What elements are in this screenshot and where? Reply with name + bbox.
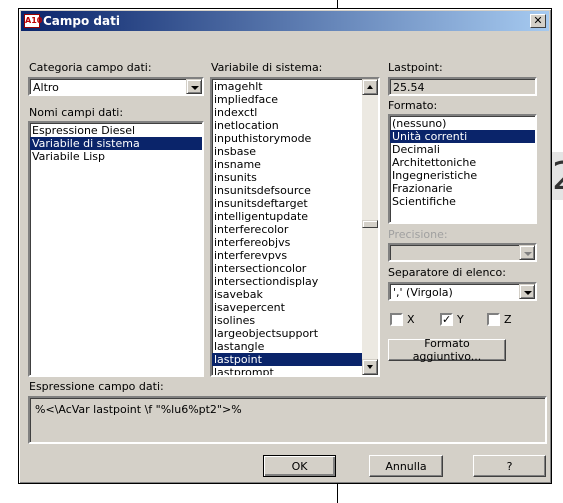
precision-label: Precisione: xyxy=(388,228,448,241)
checkmark-icon: ✓ xyxy=(442,313,452,326)
system-variable-item[interactable]: intelligentupdate xyxy=(212,210,362,223)
chevron-down-icon[interactable] xyxy=(519,284,535,299)
checkbox-x[interactable] xyxy=(390,313,403,326)
background-digit-text: 2 xyxy=(552,154,563,198)
format-list[interactable]: (nessuno) Unità correnti Decimali Architett… xyxy=(388,114,537,224)
system-variable-item[interactable]: interferecolor xyxy=(212,223,362,236)
checkbox-x-label: X xyxy=(407,313,415,326)
additional-format-button[interactable]: Formato aggiuntivo... xyxy=(388,337,506,363)
chevron-down-icon xyxy=(519,245,535,260)
field-name-item[interactable]: Variabile Lisp xyxy=(30,150,202,163)
lastpoint-value-field: 25.54 xyxy=(388,77,537,96)
system-variable-item[interactable]: insunitsdeftarget xyxy=(212,197,362,210)
lastpoint-label: Lastpoint: xyxy=(388,61,443,74)
format-label: Formato: xyxy=(388,99,438,112)
list-separator-combo[interactable]: ',' (Virgola) xyxy=(388,282,537,301)
system-variable-item[interactable]: insname xyxy=(212,158,362,171)
format-item[interactable]: Ingegneristiche xyxy=(390,169,535,182)
help-button[interactable]: ? xyxy=(473,455,546,477)
category-selected: Altro xyxy=(33,81,59,94)
category-label: Categoria campo dati: xyxy=(29,61,152,74)
lastpoint-value: 25.54 xyxy=(393,81,425,94)
system-variables-scrollbar[interactable] xyxy=(362,79,378,375)
system-variable-item[interactable]: inetlocation xyxy=(212,119,362,132)
system-variable-item[interactable]: insunitsdefsource xyxy=(212,184,362,197)
field-names-list[interactable]: Espressione Diesel Variabile di sistema Va… xyxy=(28,121,204,377)
system-variable-item[interactable]: isolines xyxy=(212,314,362,327)
checkbox-z-label: Z xyxy=(504,313,512,326)
system-variable-item[interactable]: largeobjectsupport xyxy=(212,327,362,340)
system-variable-item[interactable]: impliedface xyxy=(212,93,362,106)
dialog-title: Campo dati xyxy=(43,14,120,28)
scroll-down-icon[interactable] xyxy=(362,359,378,375)
campo-dati-dialog: A10 Campo dati ✕ Categoria campo dati: A… xyxy=(18,8,552,484)
checkbox-z[interactable] xyxy=(487,313,500,326)
close-button[interactable]: ✕ xyxy=(530,14,546,28)
field-names-label: Nomi campi dati: xyxy=(29,106,124,119)
ok-button[interactable]: OK xyxy=(263,455,336,477)
expression-field: %<\AcVar lastpoint \f "%lu6%pt2">% xyxy=(28,396,547,444)
checkbox-y-label: Y xyxy=(457,313,464,326)
system-variable-item[interactable]: insunits xyxy=(212,171,362,184)
expression-label: Espressione campo dati: xyxy=(29,380,164,393)
close-icon[interactable]: ✕ xyxy=(533,14,542,27)
precision-combo xyxy=(388,243,537,262)
system-variable-item[interactable]: isavepercent xyxy=(212,301,362,314)
list-separator-selected: ',' (Virgola) xyxy=(393,286,453,299)
autocad-app-icon: A10 xyxy=(24,14,42,28)
format-item[interactable]: Unità correnti xyxy=(390,130,535,143)
format-item[interactable]: Decimali xyxy=(390,143,535,156)
system-variable-item[interactable]: imagehlt xyxy=(212,80,362,93)
system-variable-item[interactable]: insbase xyxy=(212,145,362,158)
checkbox-y[interactable]: ✓ xyxy=(440,313,453,326)
format-item[interactable]: (nessuno) xyxy=(390,117,535,130)
format-item[interactable]: Scientifiche xyxy=(390,195,535,208)
chevron-down-icon[interactable] xyxy=(186,79,202,94)
system-variable-item[interactable]: isavebak xyxy=(212,288,362,301)
system-variables-label: Variabile di sistema: xyxy=(211,61,323,74)
field-name-item[interactable]: Variabile di sistema xyxy=(30,137,202,150)
cancel-button[interactable]: Annulla xyxy=(369,455,443,477)
expression-value: %<\AcVar lastpoint \f "%lu6%pt2">% xyxy=(35,403,242,416)
system-variable-item[interactable]: intersectioncolor xyxy=(212,262,362,275)
format-item[interactable]: Architettoniche xyxy=(390,156,535,169)
background-line xyxy=(337,0,338,8)
background-partial-digit: 2 xyxy=(552,152,563,200)
system-variable-item[interactable]: lastangle xyxy=(212,340,362,353)
system-variable-item[interactable]: interferevpvs xyxy=(212,249,362,262)
background-line xyxy=(337,484,338,503)
list-separator-label: Separatore di elenco: xyxy=(388,266,506,279)
system-variables-list[interactable]: imagehlt impliedface indexctl inetlocation i… xyxy=(210,77,380,377)
system-variable-item[interactable]: indexctl xyxy=(212,106,362,119)
system-variable-item[interactable]: lastprompt xyxy=(212,366,362,375)
system-variable-item[interactable]: inputhistorymode xyxy=(212,132,362,145)
title-bar[interactable]: A10 Campo dati ✕ xyxy=(21,11,549,31)
field-name-item[interactable]: Espressione Diesel xyxy=(30,124,202,137)
scroll-up-icon[interactable] xyxy=(362,79,378,95)
system-variable-item[interactable]: lastpoint xyxy=(212,353,362,366)
category-combo[interactable]: Altro xyxy=(28,77,204,96)
system-variable-item[interactable]: intersectiondisplay xyxy=(212,275,362,288)
format-item[interactable]: Frazionarie xyxy=(390,182,535,195)
scroll-thumb[interactable] xyxy=(362,220,378,228)
system-variable-item[interactable]: interfereobjvs xyxy=(212,236,362,249)
